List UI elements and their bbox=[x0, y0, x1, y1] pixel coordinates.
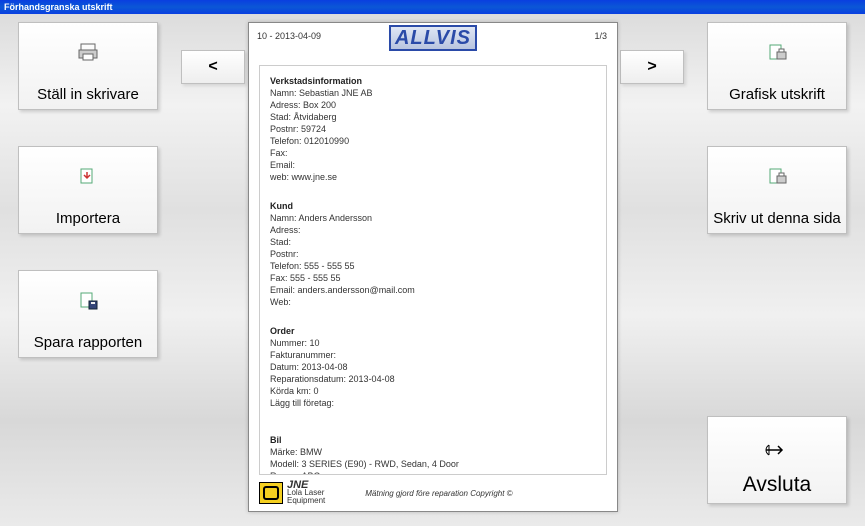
printer-icon bbox=[78, 41, 98, 63]
doc-row: Namn: Sebastian JNE AB bbox=[270, 87, 596, 99]
doc-row: Fakturanummer: bbox=[270, 349, 596, 361]
section-customer-title: Kund bbox=[270, 201, 596, 211]
doc-row: Postnr: bbox=[270, 248, 596, 260]
doc-row: Email: bbox=[270, 159, 596, 171]
next-label: > bbox=[647, 58, 656, 76]
graphic-print-label: Grafisk utskrift bbox=[708, 86, 846, 103]
doc-date: 10 - 2013-04-09 bbox=[257, 31, 321, 41]
doc-row: Fax: bbox=[270, 147, 596, 159]
doc-row: Namn: Anders Andersson bbox=[270, 212, 596, 224]
doc-row: Stad: Åtvidaberg bbox=[270, 111, 596, 123]
workspace: Ställ in skrivare Importera Spara rappor… bbox=[0, 14, 865, 526]
doc-row: Lägg till företag: bbox=[270, 397, 596, 409]
window-titlebar: Förhandsgranska utskrift bbox=[0, 0, 865, 14]
set-printer-button[interactable]: Ställ in skrivare bbox=[18, 22, 158, 110]
doc-row: Datum: 2013-04-08 bbox=[270, 361, 596, 373]
section-workshop: Verkstadsinformation Namn: Sebastian JNE… bbox=[270, 76, 596, 183]
doc-row: Modell: 3 SERIES (E90) - RWD, Sedan, 4 D… bbox=[270, 458, 596, 470]
doc-row: Stad: bbox=[270, 236, 596, 248]
brand-mark-icon bbox=[259, 482, 283, 504]
section-workshop-title: Verkstadsinformation bbox=[270, 76, 596, 86]
doc-row: Reparationsdatum: 2013-04-08 bbox=[270, 373, 596, 385]
doc-page-indicator: 1/3 bbox=[594, 31, 607, 41]
document-preview: 10 - 2013-04-09 ALLVIS 1/3 Verkstadsinfo… bbox=[248, 22, 618, 512]
import-icon bbox=[78, 165, 98, 187]
set-printer-label: Ställ in skrivare bbox=[19, 86, 157, 103]
import-label: Importera bbox=[19, 210, 157, 227]
doc-header: 10 - 2013-04-09 ALLVIS 1/3 bbox=[249, 23, 617, 53]
section-car-title: Bil bbox=[270, 435, 596, 445]
save-icon bbox=[78, 289, 98, 311]
window-title: Förhandsgranska utskrift bbox=[4, 2, 113, 12]
doc-body: Verkstadsinformation Namn: Sebastian JNE… bbox=[259, 65, 607, 475]
doc-row: Adress: Box 200 bbox=[270, 99, 596, 111]
section-workshop-rows: Namn: Sebastian JNE ABAdress: Box 200Sta… bbox=[270, 87, 596, 183]
graphic-print-button[interactable]: Grafisk utskrift bbox=[707, 22, 847, 110]
footer-brand: JNE Lola Laser Equipment bbox=[259, 481, 325, 505]
quit-icon bbox=[764, 439, 790, 461]
print-page-icon bbox=[767, 165, 787, 187]
graphic-print-icon bbox=[767, 41, 787, 63]
prev-page-button[interactable]: < bbox=[181, 50, 245, 84]
next-page-button[interactable]: > bbox=[620, 50, 684, 84]
print-page-label: Skriv ut denna sida bbox=[708, 210, 846, 227]
doc-row: Email: anders.andersson@mail.com bbox=[270, 284, 596, 296]
doc-logo: ALLVIS bbox=[389, 25, 477, 51]
section-order-title: Order bbox=[270, 326, 596, 336]
save-report-button[interactable]: Spara rapporten bbox=[18, 270, 158, 358]
quit-label: Avsluta bbox=[708, 473, 846, 497]
quit-button[interactable]: Avsluta bbox=[707, 416, 847, 504]
doc-row: Nummer: 10 bbox=[270, 337, 596, 349]
doc-row: Körda km: 0 bbox=[270, 385, 596, 397]
doc-footer: JNE Lola Laser Equipment Mätning gjord f… bbox=[259, 481, 607, 505]
doc-row: Web: bbox=[270, 296, 596, 308]
doc-row: Fax: 555 - 555 55 bbox=[270, 272, 596, 284]
section-customer-rows: Namn: Anders AnderssonAdress:Stad:Postnr… bbox=[270, 212, 596, 308]
footer-copy: Mätning gjord före reparation Copyright … bbox=[365, 489, 512, 498]
doc-row: Märke: BMW bbox=[270, 446, 596, 458]
doc-row: Telefon: 012010990 bbox=[270, 135, 596, 147]
doc-row: Telefon: 555 - 555 55 bbox=[270, 260, 596, 272]
doc-row: web: www.jne.se bbox=[270, 171, 596, 183]
section-car: Bil Märke: BMWModell: 3 SERIES (E90) - R… bbox=[270, 435, 596, 475]
section-order-rows: Nummer: 10Fakturanummer:Datum: 2013-04-0… bbox=[270, 337, 596, 409]
section-customer: Kund Namn: Anders AnderssonAdress:Stad:P… bbox=[270, 201, 596, 308]
doc-row: Reg.nr: ABC bbox=[270, 470, 596, 475]
section-car-rows: Märke: BMWModell: 3 SERIES (E90) - RWD, … bbox=[270, 446, 596, 475]
prev-label: < bbox=[208, 58, 217, 76]
print-page-button[interactable]: Skriv ut denna sida bbox=[707, 146, 847, 234]
doc-row: Adress: bbox=[270, 224, 596, 236]
save-report-label: Spara rapporten bbox=[19, 334, 157, 351]
import-button[interactable]: Importera bbox=[18, 146, 158, 234]
section-order: Order Nummer: 10Fakturanummer:Datum: 201… bbox=[270, 326, 596, 409]
brand-bot: Equipment bbox=[287, 497, 325, 505]
doc-row: Postnr: 59724 bbox=[270, 123, 596, 135]
